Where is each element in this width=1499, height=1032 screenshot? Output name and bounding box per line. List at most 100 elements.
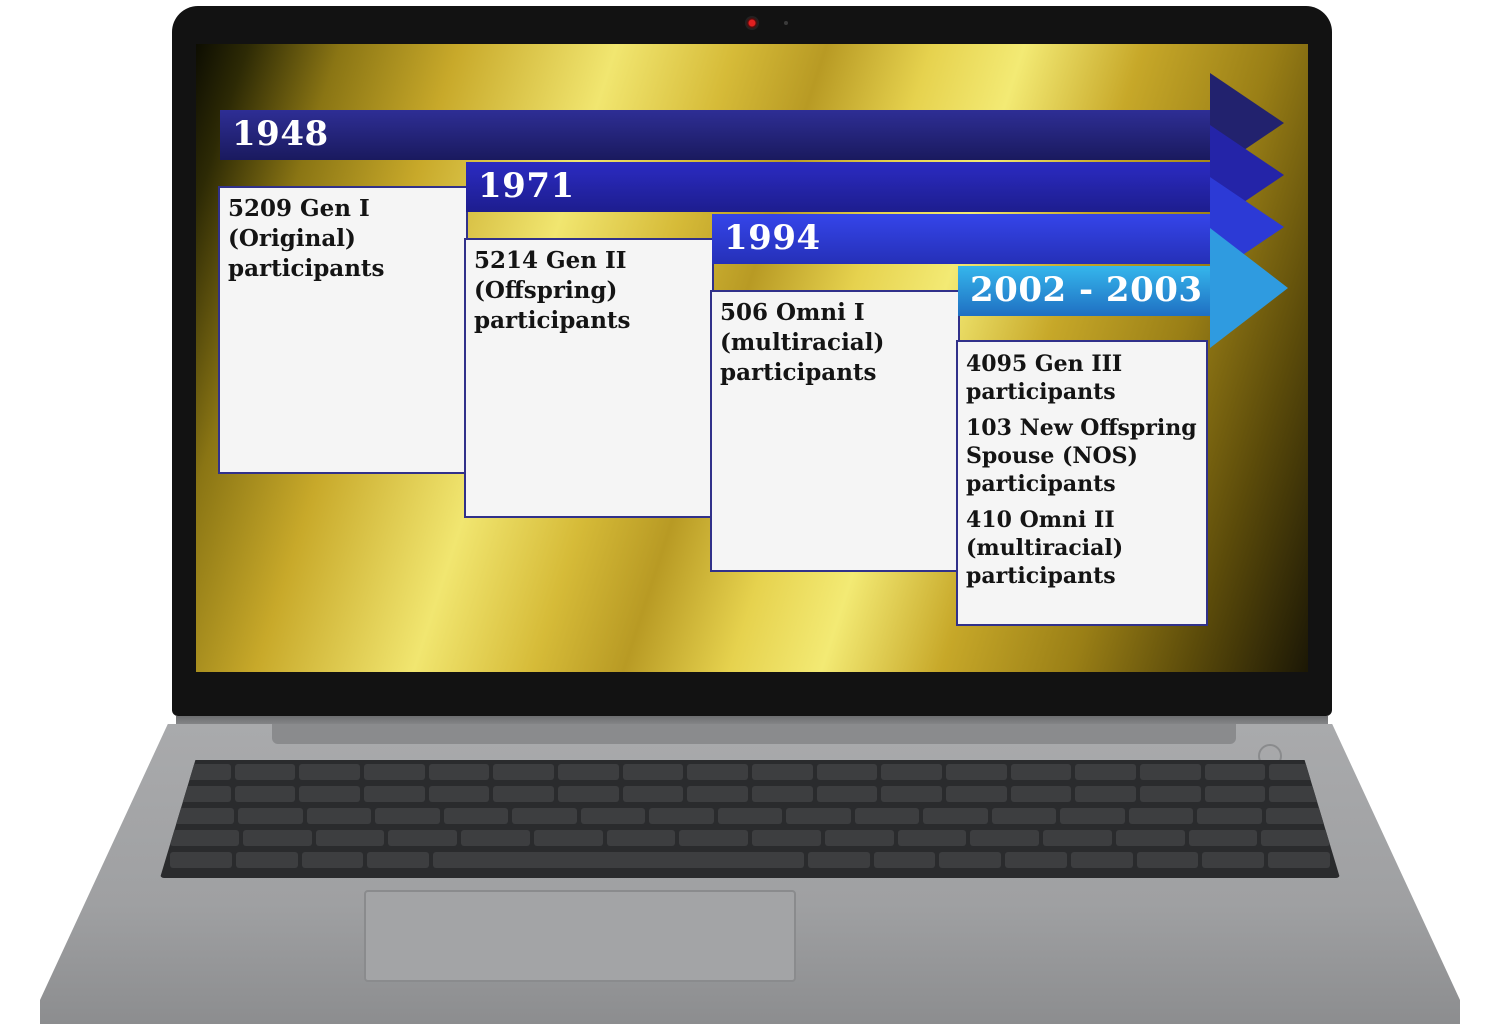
key	[493, 786, 555, 802]
key	[717, 808, 783, 824]
key	[1140, 764, 1201, 780]
key	[1197, 808, 1262, 824]
key	[301, 852, 364, 868]
band-1948: 1948	[220, 110, 1212, 160]
key	[1202, 852, 1265, 868]
key-row	[160, 852, 1340, 868]
stage-entry: 506 Omni I (multiracial) participants	[720, 299, 885, 386]
hinge-bar	[272, 724, 1236, 744]
key	[1188, 830, 1258, 846]
key	[580, 808, 646, 824]
key	[824, 830, 894, 846]
camera-sensor	[784, 21, 788, 25]
screen: 1948 5209 Gen I (Original) participants …	[196, 44, 1308, 672]
key	[622, 786, 684, 802]
key	[388, 830, 457, 846]
key	[315, 830, 385, 846]
key	[946, 786, 1007, 802]
key	[493, 764, 555, 780]
key	[687, 764, 749, 780]
year-label: 1994	[724, 218, 821, 258]
key	[299, 764, 361, 780]
key	[679, 830, 748, 846]
key	[807, 852, 870, 868]
key	[461, 830, 530, 846]
stage-entry: 4095 Gen III participants	[966, 351, 1123, 405]
key	[649, 808, 714, 824]
stage-panel-1948: 5209 Gen I (Original) participants	[218, 186, 468, 474]
year-label: 1971	[478, 166, 575, 206]
key	[606, 830, 676, 846]
key	[1075, 764, 1137, 780]
key	[1043, 830, 1112, 846]
key-row	[160, 764, 1340, 780]
key	[170, 830, 239, 846]
key	[873, 852, 936, 868]
key	[1268, 852, 1331, 868]
key	[923, 808, 988, 824]
key	[364, 764, 425, 780]
key	[443, 808, 509, 824]
key	[1010, 786, 1072, 802]
key	[533, 830, 603, 846]
key	[1128, 808, 1194, 824]
stage-entry: 103 New Offspring Spouse (NOS) participa…	[966, 415, 1197, 497]
keyboard	[160, 760, 1340, 878]
key	[428, 786, 490, 802]
stage-entry: 5214 Gen II (Offspring) participants	[474, 247, 631, 334]
band-2002-2003: 2002 - 2003	[958, 266, 1212, 316]
key	[234, 786, 296, 802]
band-1994: 1994	[712, 214, 1212, 264]
webcam-icon	[745, 16, 759, 30]
stage-panel-1971: 5214 Gen II (Offspring) participants	[464, 238, 714, 518]
key	[1136, 852, 1199, 868]
key	[1010, 764, 1072, 780]
touchpad	[364, 890, 796, 982]
key-row	[160, 808, 1340, 824]
key	[234, 764, 296, 780]
stage-panel-1994: 506 Omni I (multiracial) participants	[710, 290, 960, 572]
key	[1140, 786, 1201, 802]
key	[854, 808, 920, 824]
key	[970, 830, 1039, 846]
key	[622, 764, 684, 780]
band-1971: 1971	[466, 162, 1212, 212]
key	[306, 808, 372, 824]
key	[299, 786, 361, 802]
key	[687, 786, 749, 802]
key	[428, 764, 490, 780]
key-row	[160, 786, 1340, 802]
key	[816, 764, 878, 780]
stage-entry: 5209 Gen I (Original) participants	[228, 195, 385, 282]
key	[752, 764, 813, 780]
key	[881, 764, 943, 780]
year-label: 2002 - 2003	[970, 270, 1203, 310]
key	[512, 808, 577, 824]
key	[897, 830, 967, 846]
key	[558, 786, 619, 802]
key	[786, 808, 851, 824]
key	[946, 764, 1007, 780]
key	[238, 808, 303, 824]
key	[1115, 830, 1185, 846]
key	[991, 808, 1057, 824]
key	[364, 786, 425, 802]
stage-entry: 410 Omni II (multiracial) participants	[966, 507, 1124, 589]
key	[1204, 764, 1266, 780]
key	[1005, 852, 1067, 868]
spacebar	[433, 852, 804, 868]
key	[1075, 786, 1137, 802]
key	[1070, 852, 1133, 868]
key	[1204, 786, 1266, 802]
key	[367, 852, 430, 868]
key	[752, 786, 813, 802]
key	[558, 764, 619, 780]
key	[881, 786, 943, 802]
key	[235, 852, 298, 868]
stage-panel-2002-2003: 4095 Gen III participants 103 New Offspr…	[956, 340, 1208, 626]
arrow-head-2002-2003	[1210, 228, 1288, 348]
key	[939, 852, 1002, 868]
key	[242, 830, 312, 846]
key	[816, 786, 878, 802]
year-label: 1948	[232, 114, 329, 154]
